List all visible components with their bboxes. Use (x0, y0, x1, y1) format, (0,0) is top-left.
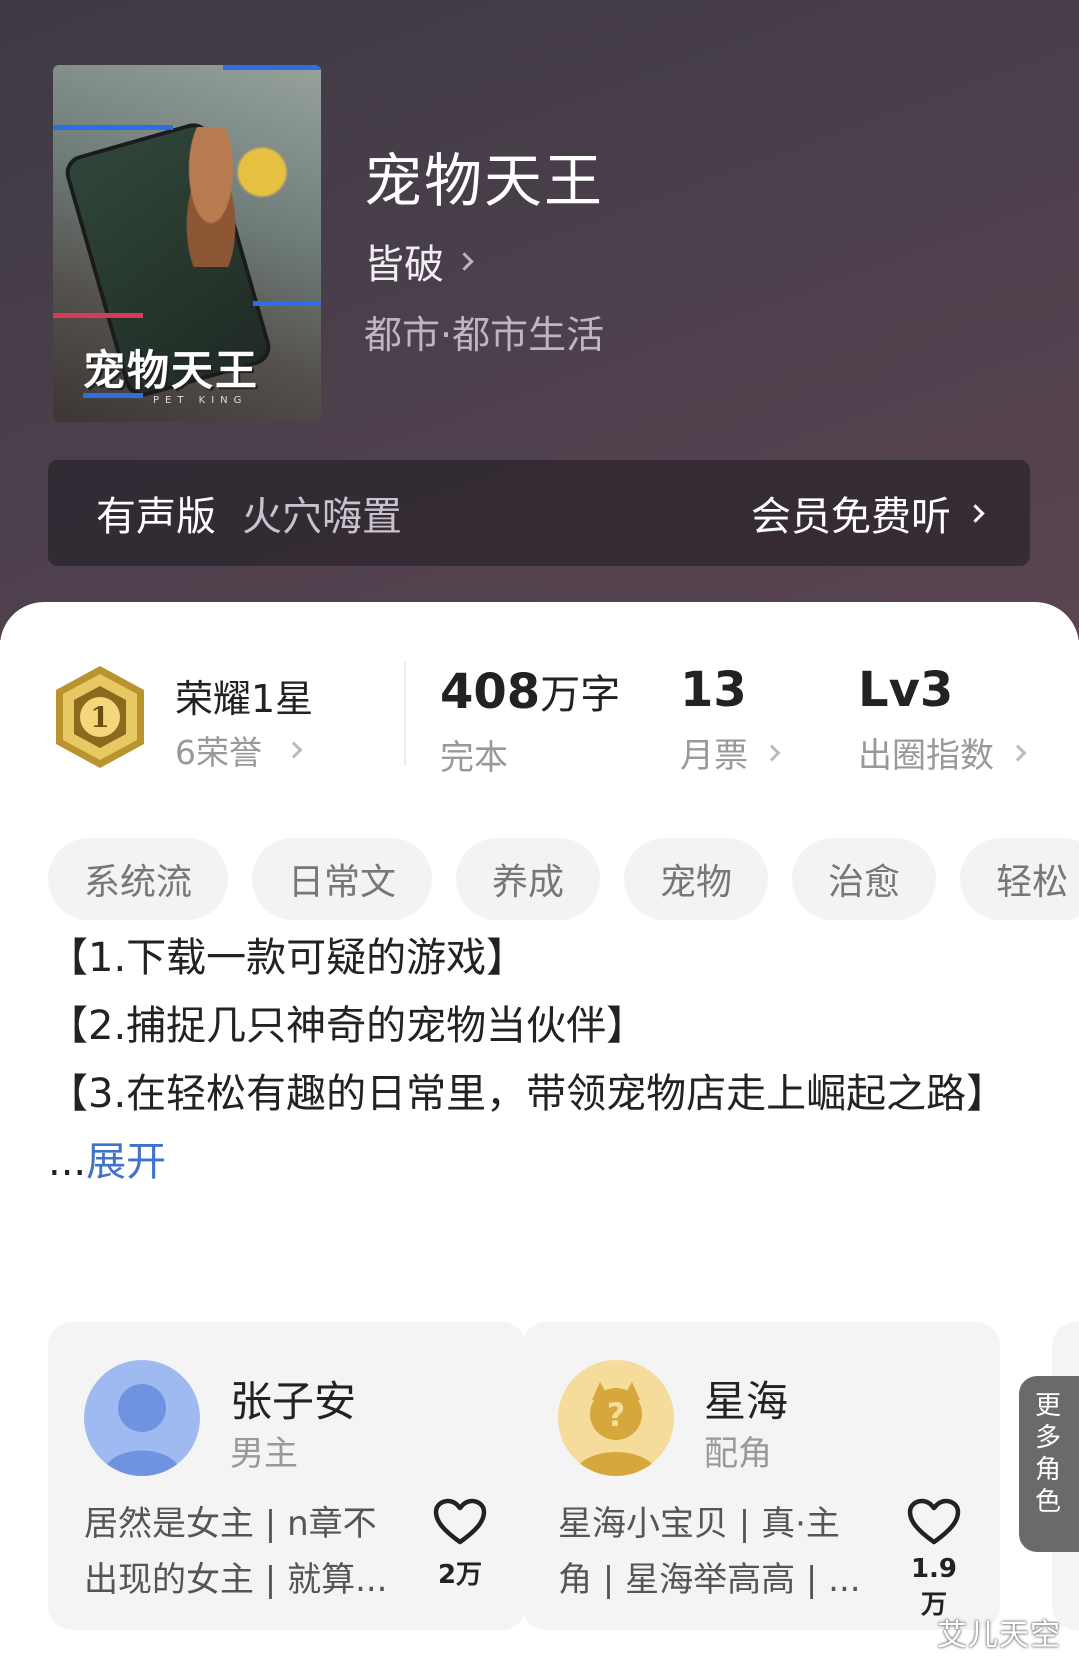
like-button[interactable]: 1.9万 (906, 1498, 962, 1621)
author-link[interactable]: 皆破 (364, 232, 474, 290)
honor-title: 荣耀1星 (175, 677, 314, 721)
more-roles-button[interactable]: 更多角色 (1019, 1376, 1079, 1552)
monthly-ticket-stat[interactable]: 13 月票 (680, 662, 781, 777)
monthly-ticket-value: 13 (680, 662, 747, 718)
tag-chip[interactable]: 系统流 (48, 838, 229, 920)
member-free-listen-button[interactable]: 会员免费听 (751, 484, 985, 542)
honor-badge-icon[interactable]: 1 (52, 664, 148, 770)
cover-glitch-bar (53, 125, 173, 130)
avatar (84, 1360, 200, 1476)
character-role: 配角 (704, 1434, 772, 1474)
character-description: 星海小宝贝 | 真·主角 | 星海举高高 | ... (558, 1504, 861, 1600)
cover-glitch-bar (53, 313, 143, 318)
character-name: 星海 (704, 1377, 789, 1426)
author-name: 皆破 (364, 242, 444, 288)
like-button[interactable]: 2万 (432, 1498, 488, 1591)
tag-chip[interactable]: 治愈 (792, 838, 937, 920)
book-cover[interactable]: 宠物天王 PET KING (53, 65, 321, 422)
tag-chip[interactable]: 轻松 (960, 838, 1079, 920)
monthly-ticket-label: 月票 (680, 736, 748, 776)
book-genre[interactable]: 都市·都市生活 (364, 304, 604, 359)
breakout-index-label: 出圈指数 (858, 736, 994, 776)
audio-version-bar[interactable]: 有声版 火穴嗨置 会员免费听 (48, 460, 1030, 566)
cover-glitch-bar (223, 65, 321, 70)
cover-dog-art (171, 127, 251, 267)
cover-subtitle: PET KING (153, 395, 248, 406)
synopsis-line: 【3.在轻松有趣的日常里，带领宠物店走上崛起之路】 (48, 1071, 1007, 1117)
synopsis-line: 【2.捕捉几只神奇的宠物当伙伴】 (48, 1003, 647, 1049)
character-description: 居然是女主 | n章不出现的女主 | 就算... (84, 1504, 388, 1600)
chevron-right-icon (966, 503, 985, 523)
honor-link[interactable]: 6荣誉 (175, 726, 303, 774)
member-free-listen-label: 会员免费听 (751, 494, 951, 540)
breakout-index-value: Lv3 (858, 662, 954, 718)
more-roles-label: 更多角色 (1035, 1391, 1062, 1517)
chevron-right-icon (763, 744, 781, 761)
breakout-index-stat[interactable]: Lv3 出圈指数 (858, 662, 1027, 777)
watermark: 艾儿天空 (937, 1618, 1061, 1653)
book-detail-sheet: 1 荣耀1星 6荣誉 408万字 完本 13 月票 Lv3 出圈指数 系统流 日… (0, 602, 1079, 1666)
tag-chip[interactable]: 宠物 (624, 838, 769, 920)
stat-divider (404, 662, 406, 766)
chevron-right-icon (455, 251, 474, 271)
character-card[interactable]: ? 星海 配角 星海小宝贝 | 真·主角 | 星海举高高 | ... 1.9万 (522, 1322, 1000, 1630)
book-title: 宠物天王 (364, 147, 605, 215)
question-mark-icon: ? (607, 1396, 626, 1434)
audio-label: 有声版 (96, 494, 216, 540)
tag-chip[interactable]: 日常文 (252, 838, 433, 920)
book-header: 宠物天王 PET KING 宠物天王 皆破 都市·都市生活 有声版 火穴嗨置 会… (0, 0, 1079, 640)
audio-narrator: 火穴嗨置 (242, 494, 402, 540)
cover-title: 宠物天王 (83, 346, 260, 395)
synopsis-ellipsis: ... (48, 1139, 87, 1185)
completion-status: 完本 (440, 738, 508, 778)
character-name: 张子安 (230, 1377, 357, 1426)
avatar: ? (558, 1360, 674, 1476)
heart-icon (907, 1498, 961, 1545)
heart-icon (433, 1498, 487, 1545)
honor-badge-number: 1 (90, 701, 109, 734)
word-count-value: 408 (440, 664, 541, 720)
chevron-right-icon (1009, 744, 1027, 761)
word-count-unit: 万字 (540, 672, 621, 718)
book-synopsis: 【1.下载一款可疑的游戏】 【2.捕捉几只神奇的宠物当伙伴】 【3.在轻松有趣的… (48, 924, 1038, 1196)
chevron-right-icon (285, 741, 303, 759)
expand-link[interactable]: 展开 (86, 1139, 166, 1185)
like-count: 2万 (437, 1560, 483, 1590)
synopsis-line: 【1.下载一款可疑的游戏】 (48, 935, 527, 981)
cover-glitch-bar (253, 301, 321, 306)
tag-chip[interactable]: 养成 (456, 838, 601, 920)
word-count-stat: 408万字 完本 (440, 662, 620, 779)
honor-count: 6荣誉 (175, 733, 262, 772)
character-role: 男主 (230, 1434, 298, 1474)
character-card[interactable]: 张子安 男主 居然是女主 | n章不出现的女主 | 就算... 2万 (48, 1322, 526, 1630)
tag-list: 系统流 日常文 养成 宠物 治愈 轻松 (48, 838, 1079, 920)
